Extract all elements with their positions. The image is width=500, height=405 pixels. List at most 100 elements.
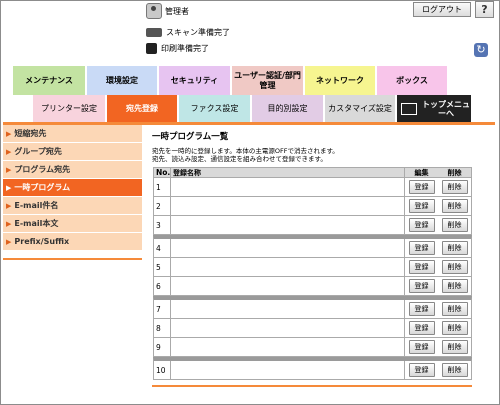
page-title: 一時プログラム一覧 (152, 132, 229, 142)
sub-tabs: プリンター設定 宛先登録 ファクス設定 目的別設定 カスタマイズ設定 トップメニ… (33, 95, 473, 122)
admin-indicator: 管理者 (146, 3, 189, 19)
refresh-icon[interactable]: ↻ (474, 43, 488, 57)
register-button[interactable]: 登録 (408, 180, 435, 194)
register-button[interactable]: 登録 (408, 241, 435, 255)
delete-cell: 削除 (438, 218, 471, 232)
sidebar-item-prefix-suffix[interactable]: ▶ Prefix/Suffix (3, 233, 142, 250)
print-status-text: 印刷準備完了 (161, 44, 209, 53)
table-row: 2 登録 削除 (153, 197, 472, 216)
sidebar-divider (3, 258, 142, 260)
row-name (170, 178, 405, 196)
register-button[interactable]: 登録 (408, 199, 435, 213)
row-number: 3 (156, 220, 161, 230)
row-number: 6 (156, 281, 161, 291)
register-button[interactable]: 登録 (408, 218, 435, 232)
main-tabs: メンテナンス 環境設定 セキュリティ ユーザー認証/部門管理 ネットワーク ボッ… (13, 66, 449, 95)
arrow-icon: ▶ (6, 201, 12, 210)
arrow-icon: ▶ (6, 129, 12, 138)
table-row: 1 登録 削除 (153, 178, 472, 197)
sidebar-item-email-body[interactable]: ▶ E-mail本文 (3, 215, 142, 232)
scanner-icon (146, 28, 162, 37)
delete-button[interactable]: 削除 (441, 302, 468, 316)
table-row: 7 登録 削除 (153, 296, 472, 319)
sidebar-item-group[interactable]: ▶ グループ宛先 (3, 143, 142, 160)
row-name (170, 300, 405, 318)
sidebar-item-label: E-mail本文 (14, 219, 59, 228)
sidebar-item-speed-dial[interactable]: ▶ 短縮宛先 (3, 125, 142, 142)
delete-cell: 削除 (438, 279, 471, 293)
delete-button[interactable]: 削除 (441, 218, 468, 232)
sidebar-item-email-subject[interactable]: ▶ E-mail件名 (3, 197, 142, 214)
admin-user-icon (146, 3, 162, 19)
row-number: 8 (156, 323, 161, 333)
edit-cell: 登録 (405, 321, 438, 335)
header-no: No. (156, 168, 171, 177)
header-edit: 編集 (414, 168, 429, 177)
help-button[interactable]: ? (475, 1, 494, 18)
tab-user-auth[interactable]: ユーザー認証/部門管理 (232, 66, 303, 95)
edit-cell: 登録 (405, 302, 438, 316)
tab-purpose-settings[interactable]: 目的別設定 (252, 95, 323, 122)
edit-cell: 登録 (405, 260, 438, 274)
header-delete: 削除 (447, 168, 462, 177)
delete-cell: 削除 (438, 340, 471, 354)
description-line-2: 宛先、読込み設定、通信設定を組み合わせて登録できます。 (152, 155, 327, 163)
admin-label: 管理者 (165, 6, 189, 16)
register-button[interactable]: 登録 (408, 363, 435, 377)
row-name (170, 197, 405, 215)
register-button[interactable]: 登録 (408, 302, 435, 316)
delete-button[interactable]: 削除 (441, 363, 468, 377)
top-menu-button[interactable]: トップメニューへ (397, 95, 471, 122)
sidebar: ▶ 短縮宛先 ▶ グループ宛先 ▶ プログラム宛先 ▶ 一時プログラム ▶ E-mail件… (3, 125, 142, 251)
table-row: 6 登録 削除 (153, 277, 472, 296)
delete-cell: 削除 (438, 260, 471, 274)
row-number: 9 (156, 342, 161, 352)
delete-cell: 削除 (438, 199, 471, 213)
tab-printer-settings[interactable]: プリンター設定 (33, 95, 105, 122)
delete-cell: 削除 (438, 180, 471, 194)
logout-button[interactable]: ログアウト (413, 2, 471, 17)
delete-button[interactable]: 削除 (441, 321, 468, 335)
delete-button[interactable]: 削除 (441, 260, 468, 274)
scan-status: スキャン準備完了 (146, 27, 230, 38)
sidebar-item-label: グループ宛先 (14, 147, 62, 156)
row-name (170, 216, 405, 234)
tab-address-registration[interactable]: 宛先登録 (107, 95, 177, 122)
delete-button[interactable]: 削除 (441, 199, 468, 213)
register-button[interactable]: 登録 (408, 279, 435, 293)
tab-customize-settings[interactable]: カスタマイズ設定 (325, 95, 395, 122)
register-button[interactable]: 登録 (408, 321, 435, 335)
delete-button[interactable]: 削除 (441, 279, 468, 293)
bottom-divider (152, 385, 472, 387)
top-menu-label: トップメニューへ (422, 99, 470, 118)
row-name (170, 338, 405, 356)
header-name: 登録名称 (170, 168, 405, 177)
register-button[interactable]: 登録 (408, 340, 435, 354)
tab-box[interactable]: ボックス (377, 66, 447, 95)
delete-cell: 削除 (438, 321, 471, 335)
tab-network[interactable]: ネットワーク (305, 66, 375, 95)
tab-maintenance[interactable]: メンテナンス (13, 66, 85, 95)
print-status: 印刷準備完了 (146, 43, 209, 54)
temp-program-table: No. 登録名称 編集 削除 1 登録 削除 2 登録 削除 3 登録 削除 4 登録 削除 5 登録 削除… (153, 167, 472, 380)
arrow-icon: ▶ (6, 183, 12, 192)
delete-button[interactable]: 削除 (441, 340, 468, 354)
delete-button[interactable]: 削除 (441, 241, 468, 255)
delete-button[interactable]: 削除 (441, 180, 468, 194)
table-row: 4 登録 削除 (153, 235, 472, 258)
tab-security[interactable]: セキュリティ (159, 66, 230, 95)
scan-status-text: スキャン準備完了 (166, 28, 230, 37)
top-menu-icon (401, 102, 417, 115)
tab-fax-settings[interactable]: ファクス設定 (179, 95, 250, 122)
arrow-icon: ▶ (6, 219, 12, 228)
sidebar-item-temp-program[interactable]: ▶ 一時プログラム (3, 179, 142, 196)
row-name (170, 258, 405, 276)
tab-environment[interactable]: 環境設定 (87, 66, 157, 95)
row-number: 4 (156, 243, 161, 253)
sidebar-item-label: 短縮宛先 (14, 129, 47, 138)
table-row: 3 登録 削除 (153, 216, 472, 235)
arrow-icon: ▶ (6, 147, 12, 156)
sidebar-item-program[interactable]: ▶ プログラム宛先 (3, 161, 142, 178)
sidebar-item-label: Prefix/Suffix (14, 237, 70, 246)
register-button[interactable]: 登録 (408, 260, 435, 274)
